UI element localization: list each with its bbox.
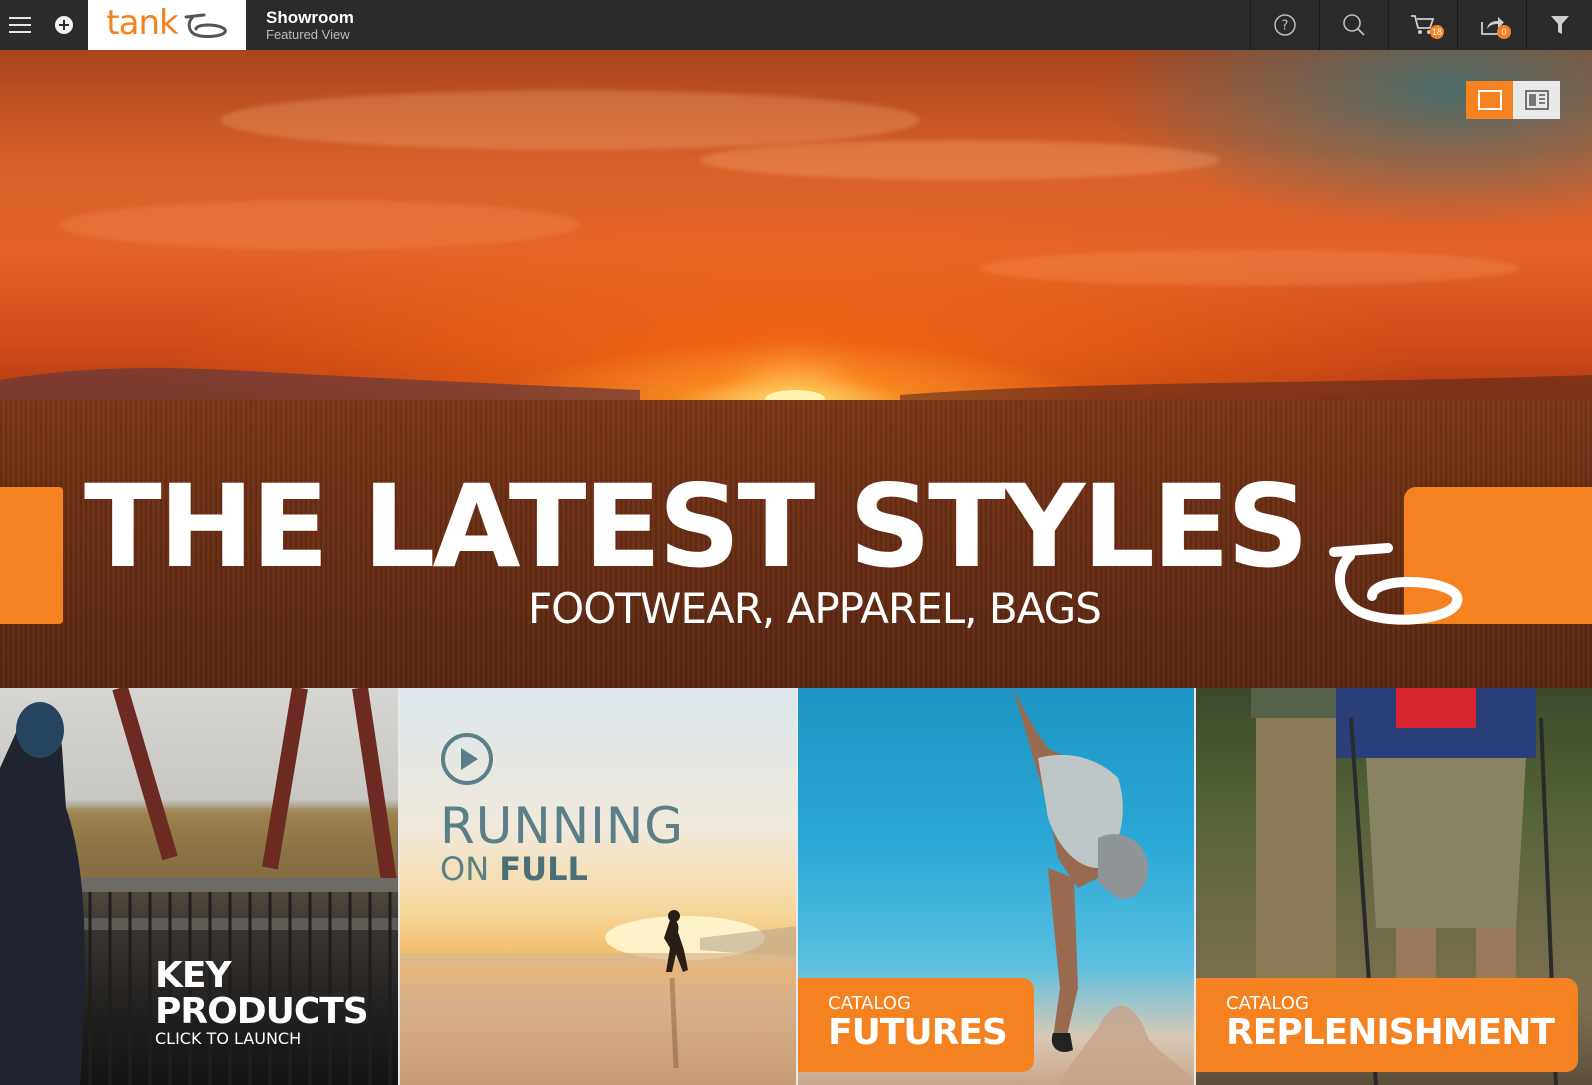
help-button[interactable]: ? (1250, 0, 1319, 50)
catalog-futures-small: CATALOG (828, 993, 911, 1014)
menu-button[interactable] (0, 0, 40, 50)
hero-title: THE LATEST STYLES (84, 460, 1309, 593)
feature-tiles: KEY PRODUCTS CLICK TO LAUNCH RUNNING ON … (0, 688, 1592, 1085)
catalog-replenishment-big: REPLENISHMENT (1226, 1012, 1555, 1053)
logo-text: tank (106, 3, 178, 43)
running-full: FULL (499, 850, 588, 888)
add-icon (55, 16, 73, 34)
tank-logo-icon (184, 13, 227, 38)
menu-icon (9, 17, 31, 33)
tile-catalog-futures[interactable]: CATALOG FUTURES (796, 688, 1194, 1085)
key-products-label: KEY PRODUCTS CLICK TO LAUNCH (155, 955, 369, 1048)
tile-key-products[interactable]: KEY PRODUCTS CLICK TO LAUNCH (0, 688, 398, 1085)
add-button[interactable] (40, 0, 88, 50)
single-view-button[interactable] (1466, 81, 1513, 119)
hero-banner[interactable]: THE LATEST STYLES FOOTWEAR, APPAREL, BAG… (0, 50, 1592, 688)
running-line2: ON FULL (440, 852, 684, 886)
view-toggle (1466, 81, 1560, 119)
catalog-replenishment-label: CATALOG REPLENISHMENT (1196, 978, 1578, 1072)
catalog-replenishment-small: CATALOG (1226, 993, 1309, 1014)
page-title: Showroom (266, 8, 354, 27)
filter-button[interactable] (1526, 0, 1592, 50)
cart-button[interactable]: 18 (1388, 0, 1457, 50)
split-view-button[interactable] (1513, 81, 1560, 119)
search-button[interactable] (1319, 0, 1388, 50)
split-view-icon (1524, 90, 1549, 110)
key-products-line1: KEY (155, 955, 232, 996)
cloud (60, 200, 580, 250)
orange-accent-left (0, 487, 63, 624)
cloud (700, 140, 1220, 180)
catalog-futures-big: FUTURES (828, 1012, 1008, 1053)
page-title-block: Showroom Featured View (246, 0, 354, 50)
tile-running-on-full[interactable]: RUNNING ON FULL (398, 688, 796, 1085)
cloud (980, 250, 1520, 286)
running-label: RUNNING ON FULL (440, 800, 684, 886)
key-products-line2: PRODUCTS (155, 991, 369, 1032)
key-products-cta: CLICK TO LAUNCH (155, 1029, 302, 1048)
single-view-icon (1477, 90, 1502, 110)
svg-text:?: ? (1282, 19, 1289, 34)
tank-logo-icon (1329, 543, 1463, 625)
page-subtitle: Featured View (266, 27, 350, 42)
catalog-futures-label: CATALOG FUTURES (798, 978, 1034, 1072)
hero-subtitle: FOOTWEAR, APPAREL, BAGS (528, 584, 1102, 633)
play-icon (441, 733, 493, 785)
brand-logo[interactable]: tank (88, 0, 246, 50)
share-count-badge: 0 (1497, 25, 1511, 39)
running-line1: RUNNING (440, 797, 685, 855)
cart-count-badge: 18 (1430, 25, 1445, 39)
help-icon: ? (1274, 14, 1296, 36)
share-button[interactable]: 0 (1457, 0, 1526, 50)
top-bar: tank Showroom Featured View ? 18 0 (0, 0, 1592, 50)
filter-icon (1550, 16, 1569, 34)
search-icon (1343, 14, 1365, 36)
tile-catalog-replenishment[interactable]: CATALOG REPLENISHMENT (1194, 688, 1592, 1085)
cloud (220, 90, 920, 150)
running-on: ON (440, 850, 500, 888)
